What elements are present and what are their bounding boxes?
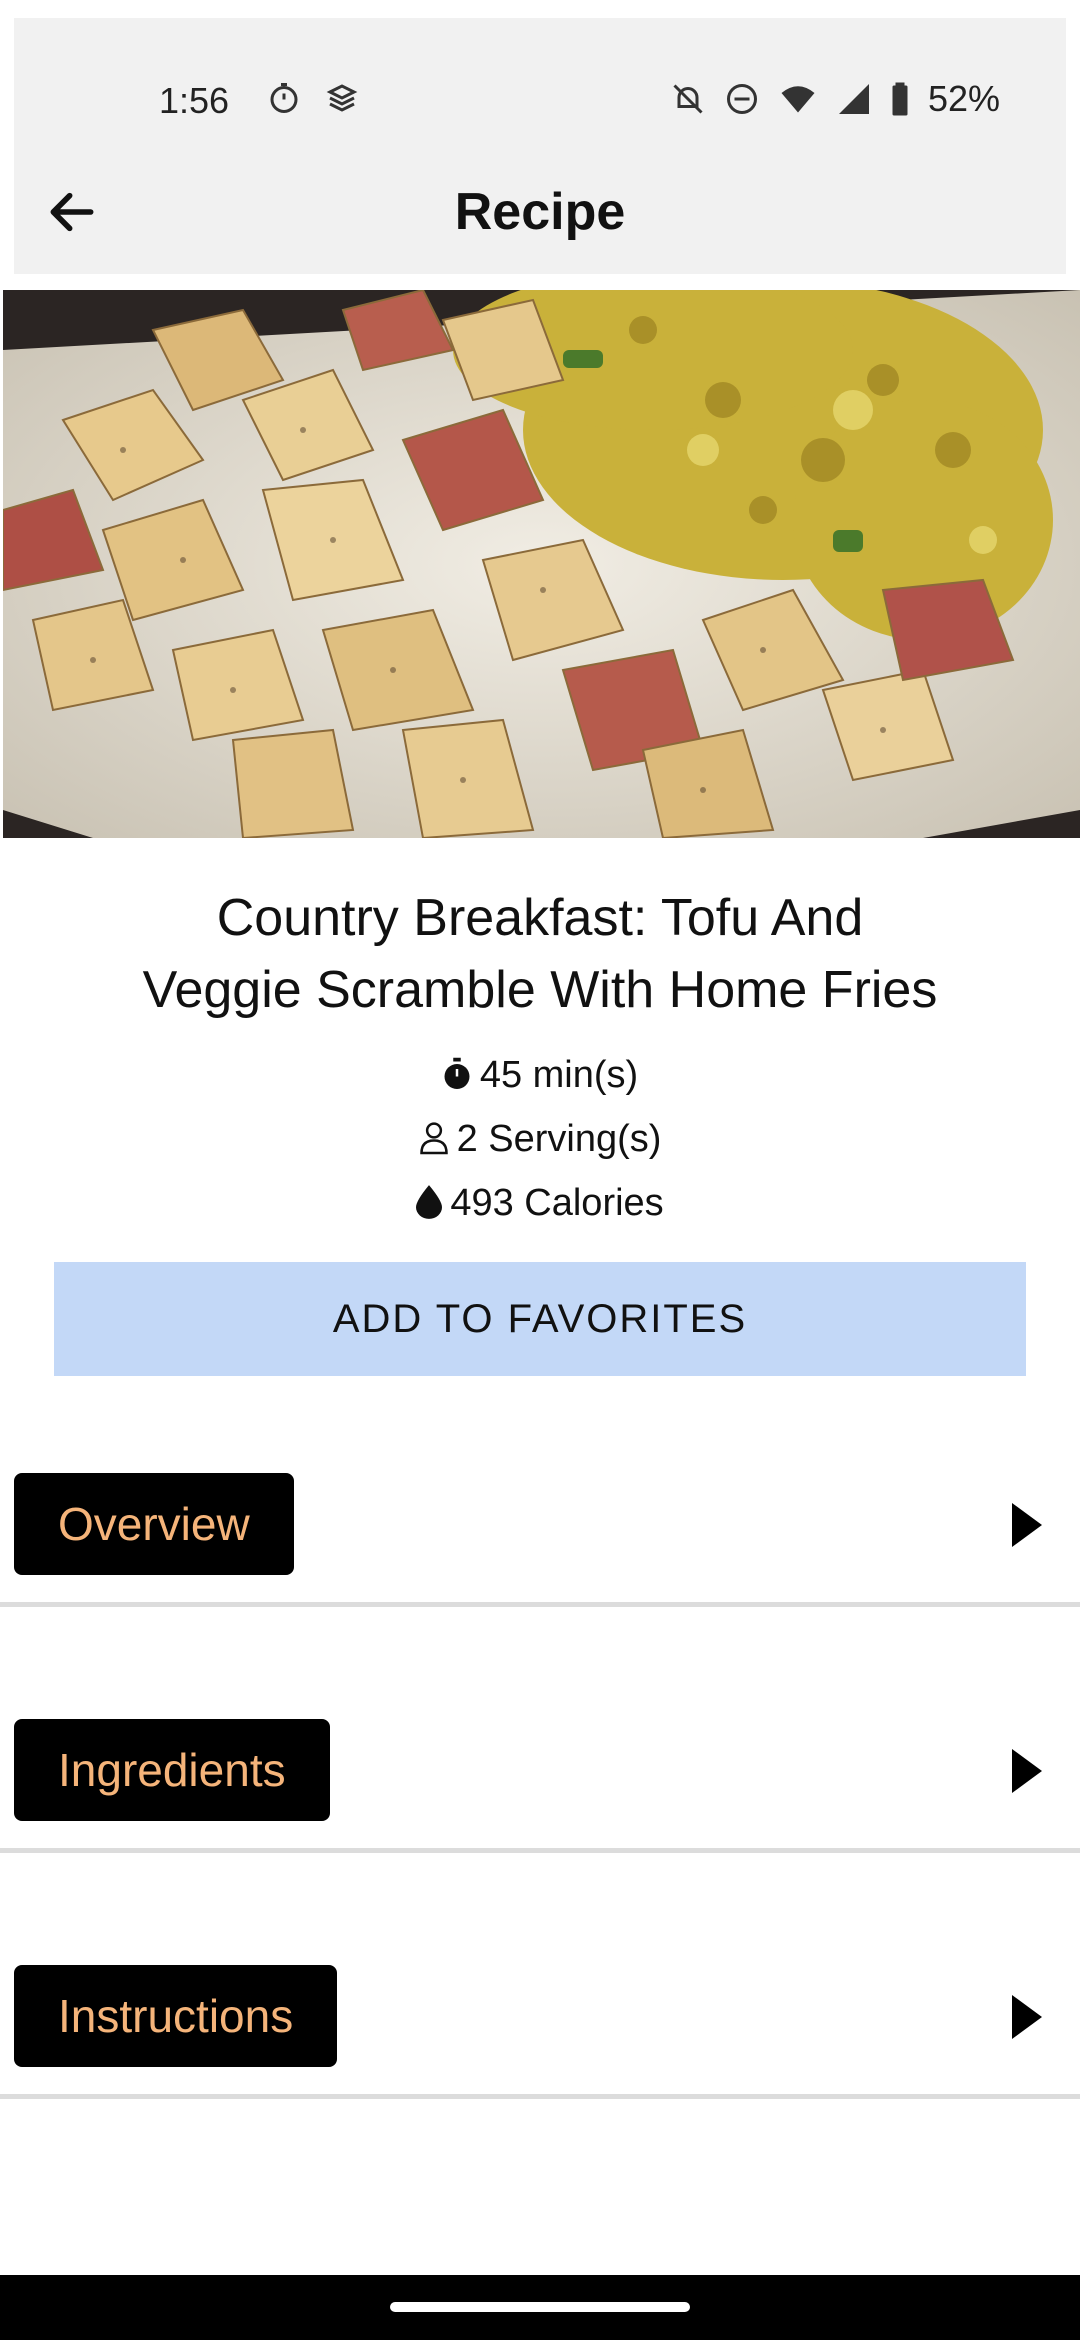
home-gesture-handle[interactable]: [390, 2302, 690, 2312]
recipe-title-line-1: Country Breakfast: Tofu And: [216, 889, 864, 947]
battery-icon: [892, 82, 908, 116]
page-title: Recipe: [454, 183, 626, 241]
bell-off-icon: [673, 84, 703, 114]
calories: 493 Calories: [0, 1182, 1080, 1225]
person-icon: [419, 1122, 448, 1155]
divider: [0, 1848, 1080, 1853]
cell-signal-icon: [838, 84, 869, 114]
drop-icon: [416, 1185, 443, 1219]
battery-percent: 52%: [927, 78, 1000, 119]
divider: [0, 2094, 1080, 2099]
recipe-photo: [3, 290, 1080, 838]
add-to-favorites-button[interactable]: ADD TO FAVORITES: [54, 1262, 1026, 1376]
caret-right-icon: [1012, 1503, 1042, 1547]
wifi-icon: [781, 86, 815, 113]
cook-time-value: 45 min(s): [479, 1054, 639, 1096]
recipe-title: Country Breakfast: Tofu And Veggie Scram…: [60, 882, 1020, 1026]
section-label: Instructions: [14, 1965, 338, 2067]
servings-value: 2 Serving(s): [456, 1118, 662, 1160]
section-ingredients[interactable]: Ingredients: [0, 1719, 1080, 1823]
status-bar: 1:56 52%: [14, 18, 1066, 148]
divider: [0, 1602, 1080, 1607]
cook-time: 45 min(s): [0, 1054, 1080, 1097]
app-notification-icon: [326, 84, 358, 112]
stopwatch-icon: [270, 83, 298, 113]
calories-value: 493 Calories: [450, 1182, 664, 1224]
section-instructions[interactable]: Instructions: [0, 1965, 1080, 2069]
section-label: Ingredients: [14, 1719, 330, 1821]
section-label: Overview: [14, 1473, 294, 1575]
app-bar: Recipe: [14, 148, 1066, 274]
recipe-title-line-2: Veggie Scramble With Home Fries: [142, 961, 938, 1019]
caret-right-icon: [1012, 1749, 1042, 1793]
status-time: 1:56: [159, 80, 230, 121]
system-nav-bar: [0, 2275, 1080, 2340]
stopwatch-icon: [444, 1057, 470, 1089]
servings: 2 Serving(s): [0, 1118, 1080, 1161]
do-not-disturb-icon: [726, 84, 757, 114]
caret-right-icon: [1012, 1995, 1042, 2039]
section-overview[interactable]: Overview: [0, 1473, 1080, 1577]
